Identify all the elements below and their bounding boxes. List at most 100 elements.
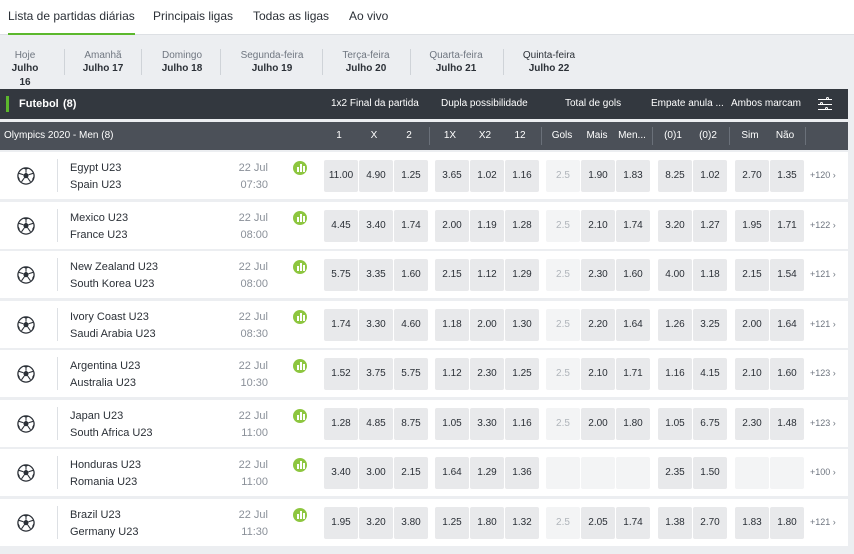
- odd-button[interactable]: 1.50: [693, 457, 727, 489]
- tab-live[interactable]: Ao vivo: [349, 0, 388, 35]
- day-monday[interactable]: Segunda-feira Julho 19: [238, 49, 306, 76]
- odd-button[interactable]: 2.05: [581, 507, 615, 539]
- home-team[interactable]: New Zealand U23: [70, 261, 158, 273]
- stats-icon[interactable]: [293, 508, 307, 522]
- odd-button[interactable]: 1.19: [470, 210, 504, 242]
- away-team[interactable]: Australia U23: [70, 377, 136, 389]
- stats-icon[interactable]: [293, 211, 307, 225]
- home-team[interactable]: Egypt U23: [70, 162, 121, 174]
- odd-button[interactable]: 3.30: [470, 408, 504, 440]
- odd-button[interactable]: 2.30: [735, 408, 769, 440]
- stats-icon[interactable]: [293, 161, 307, 175]
- odd-button[interactable]: 4.00: [658, 259, 692, 291]
- odd-button[interactable]: 1.64: [616, 309, 650, 341]
- day-sunday[interactable]: Domingo Julho 18: [160, 49, 204, 76]
- home-team[interactable]: Ivory Coast U23: [70, 311, 149, 323]
- odd-button[interactable]: 1.95: [324, 507, 358, 539]
- match-row[interactable]: Argentina U23 Australia U23 22 Jul 10:30 1.5…: [0, 350, 848, 397]
- odd-button[interactable]: 3.25: [693, 309, 727, 341]
- odd-button[interactable]: 3.40: [324, 457, 358, 489]
- odd-button[interactable]: 1.28: [505, 210, 539, 242]
- odd-button[interactable]: 2.35: [658, 457, 692, 489]
- odd-button[interactable]: 2.00: [435, 210, 469, 242]
- odd-button[interactable]: 5.75: [394, 358, 428, 390]
- match-row[interactable]: Egypt U23 Spain U23 22 Jul 07:30 11.00 4.90 1.…: [0, 152, 848, 199]
- odd-button[interactable]: 3.35: [359, 259, 393, 291]
- odd-button[interactable]: 3.65: [435, 160, 469, 192]
- away-team[interactable]: Germany U23: [70, 526, 138, 538]
- odd-button[interactable]: 1.80: [770, 507, 804, 539]
- odd-button[interactable]: 1.18: [693, 259, 727, 291]
- day-tomorrow[interactable]: Amanhã Julho 17: [82, 49, 124, 76]
- match-row[interactable]: Japan U23 South Africa U23 22 Jul 11:00 1.28…: [0, 400, 848, 447]
- odd-button[interactable]: 1.30: [505, 309, 539, 341]
- odd-button[interactable]: 3.20: [658, 210, 692, 242]
- odd-button[interactable]: 4.85: [359, 408, 393, 440]
- stats-icon[interactable]: [293, 409, 307, 423]
- odd-button[interactable]: 2.15: [394, 457, 428, 489]
- odd-button[interactable]: 1.12: [435, 358, 469, 390]
- odd-button[interactable]: 4.60: [394, 309, 428, 341]
- odd-button[interactable]: 4.45: [324, 210, 358, 242]
- odd-button[interactable]: 2.70: [735, 160, 769, 192]
- more-markets-link[interactable]: +123 ›: [810, 350, 836, 397]
- odd-button[interactable]: 2.70: [693, 507, 727, 539]
- odd-button[interactable]: 2.10: [735, 358, 769, 390]
- odd-button[interactable]: 1.64: [435, 457, 469, 489]
- odd-button[interactable]: 1.74: [324, 309, 358, 341]
- odd-button[interactable]: 2.00: [735, 309, 769, 341]
- odd-button[interactable]: 11.00: [324, 160, 358, 192]
- odd-button[interactable]: 1.80: [470, 507, 504, 539]
- odd-button[interactable]: 1.74: [394, 210, 428, 242]
- odd-button[interactable]: 1.25: [505, 358, 539, 390]
- odd-button[interactable]: 1.02: [693, 160, 727, 192]
- odd-button[interactable]: 2.00: [470, 309, 504, 341]
- odd-button[interactable]: 1.16: [658, 358, 692, 390]
- odd-button[interactable]: 1.48: [770, 408, 804, 440]
- odd-button[interactable]: 1.80: [616, 408, 650, 440]
- odd-button[interactable]: 1.26: [658, 309, 692, 341]
- odd-button[interactable]: 6.75: [693, 408, 727, 440]
- market-1x2[interactable]: 1x2 Final da partida: [331, 89, 419, 119]
- match-row[interactable]: Mexico U23 France U23 22 Jul 08:00 4.45 3.40 1…: [0, 202, 848, 249]
- home-team[interactable]: Argentina U23: [70, 360, 140, 372]
- odd-button[interactable]: 1.25: [435, 507, 469, 539]
- odd-button[interactable]: 1.16: [505, 408, 539, 440]
- odd-button[interactable]: 1.38: [658, 507, 692, 539]
- odd-button[interactable]: 2.15: [435, 259, 469, 291]
- home-team[interactable]: Honduras U23: [70, 459, 141, 471]
- odd-button[interactable]: 1.71: [770, 210, 804, 242]
- home-team[interactable]: Brazil U23: [70, 509, 121, 521]
- odd-button[interactable]: 2.20: [581, 309, 615, 341]
- stats-icon[interactable]: [293, 458, 307, 472]
- home-team[interactable]: Mexico U23: [70, 212, 128, 224]
- odd-button[interactable]: 3.40: [359, 210, 393, 242]
- market-double-chance[interactable]: Dupla possibilidade: [441, 89, 528, 119]
- odd-button[interactable]: 1.36: [505, 457, 539, 489]
- odd-button[interactable]: 2.10: [581, 210, 615, 242]
- stats-icon[interactable]: [293, 260, 307, 274]
- odd-button[interactable]: 3.75: [359, 358, 393, 390]
- more-markets-link[interactable]: +120 ›: [810, 152, 836, 199]
- odd-button[interactable]: 1.05: [658, 408, 692, 440]
- odd-button[interactable]: 1.60: [770, 358, 804, 390]
- away-team[interactable]: France U23: [70, 229, 127, 241]
- odd-button[interactable]: 1.05: [435, 408, 469, 440]
- odd-button[interactable]: 1.52: [324, 358, 358, 390]
- market-draw-no-bet[interactable]: Empate anula ...: [651, 89, 724, 119]
- odd-button[interactable]: 1.12: [470, 259, 504, 291]
- odd-button[interactable]: 3.00: [359, 457, 393, 489]
- more-markets-link[interactable]: +123 ›: [810, 400, 836, 447]
- odd-button[interactable]: 1.60: [394, 259, 428, 291]
- away-team[interactable]: Romania U23: [70, 476, 137, 488]
- odd-button[interactable]: 3.20: [359, 507, 393, 539]
- odd-button[interactable]: 1.02: [470, 160, 504, 192]
- odd-button[interactable]: 1.74: [616, 507, 650, 539]
- odd-button[interactable]: 1.25: [394, 160, 428, 192]
- match-row[interactable]: Ivory Coast U23 Saudi Arabia U23 22 Jul 08:…: [0, 301, 848, 348]
- odd-button[interactable]: 2.10: [581, 358, 615, 390]
- more-markets-link[interactable]: +121 ›: [810, 251, 836, 298]
- odd-button[interactable]: 1.74: [616, 210, 650, 242]
- odd-button[interactable]: 1.18: [435, 309, 469, 341]
- stats-icon[interactable]: [293, 359, 307, 373]
